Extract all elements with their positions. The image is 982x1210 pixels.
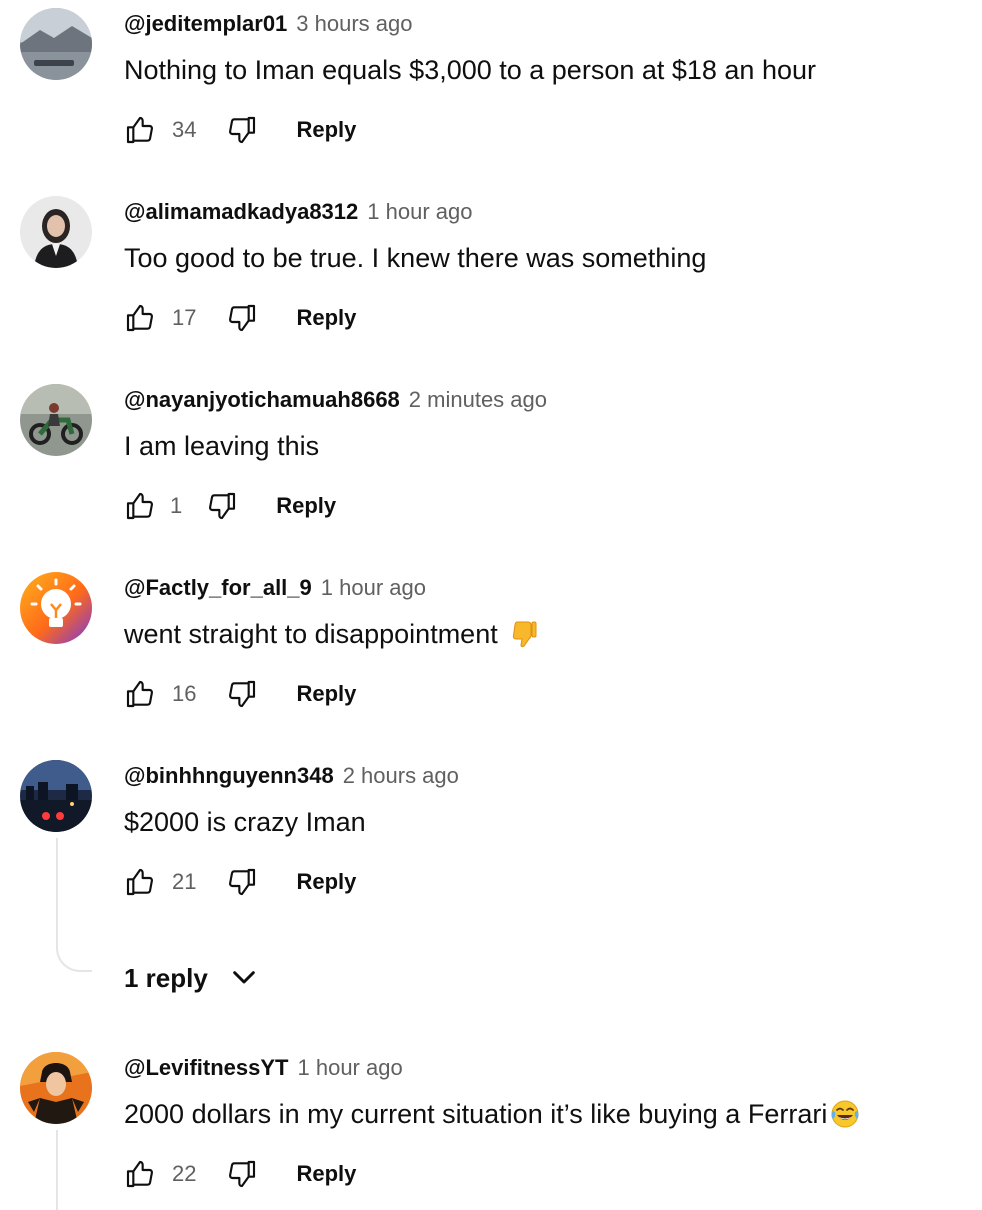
like-count: 22 — [172, 1161, 197, 1186]
reply-button[interactable]: Reply — [296, 305, 356, 331]
avatar[interactable] — [20, 760, 92, 832]
thumb-up-outline-icon — [126, 116, 153, 144]
thumb-down-outline-icon — [229, 1160, 256, 1188]
like-button[interactable] — [124, 866, 156, 898]
thumb-down-outline-icon — [229, 304, 256, 332]
comment-item: @jeditemplar01 3 hours ago Nothing to Im… — [0, 0, 982, 188]
thumbs-down-emoji-icon — [508, 618, 540, 650]
reply-thread-line — [56, 1130, 58, 1210]
comment-actions: 16 Reply — [124, 674, 356, 714]
dislike-button[interactable] — [206, 490, 238, 522]
comment-author[interactable]: @alimamadkadya8312 — [124, 199, 358, 225]
like-count: 16 — [172, 681, 197, 706]
comment-actions: 17 Reply — [124, 298, 356, 338]
comment-header: @nayanjyotichamuah8668 2 minutes ago — [124, 384, 547, 416]
avatar[interactable] — [20, 8, 92, 80]
reply-thread-line — [56, 838, 58, 938]
reply-button[interactable]: Reply — [276, 493, 336, 519]
comments-section: @jeditemplar01 3 hours ago Nothing to Im… — [0, 0, 982, 1210]
thumb-up-outline-icon — [126, 492, 153, 520]
replies-count-label: 1 reply — [124, 962, 208, 993]
comment-item: @Factly_for_all_9 1 hour ago went straig… — [0, 564, 982, 752]
dislike-button[interactable] — [226, 678, 258, 710]
thumb-down-outline-icon — [209, 492, 236, 520]
comment-header: @Factly_for_all_9 1 hour ago — [124, 572, 426, 604]
thumb-down-outline-icon — [229, 680, 256, 708]
avatar-image-person — [20, 196, 92, 268]
thumb-up-outline-icon — [126, 1160, 153, 1188]
avatar[interactable] — [20, 1052, 92, 1124]
like-button[interactable] — [124, 490, 156, 522]
thumb-up-outline-icon — [126, 868, 153, 896]
avatar-image-anime-character — [20, 1052, 92, 1124]
like-button[interactable] — [124, 114, 156, 146]
comment-header: @alimamadkadya8312 1 hour ago — [124, 196, 472, 228]
comment-author[interactable]: @binhhnguyenn348 — [124, 763, 334, 789]
like-button[interactable] — [124, 302, 156, 334]
comment-actions: 21 Reply — [124, 862, 356, 902]
comment-actions: 34 Reply — [124, 110, 356, 150]
comment-text-content: Too good to be true. I knew there was so… — [124, 243, 707, 273]
reply-button[interactable]: Reply — [296, 869, 356, 895]
comment-header: @binhhnguyenn348 2 hours ago — [124, 760, 459, 792]
comment-time[interactable]: 1 hour ago — [298, 1055, 403, 1081]
comment-text-content: Nothing to Iman equals $3,000 to a perso… — [124, 55, 816, 85]
comment-text: I am leaving this — [124, 426, 319, 466]
avatar[interactable] — [20, 572, 92, 644]
like-count: 34 — [172, 117, 197, 142]
comment-actions: 1 Reply — [124, 486, 336, 526]
comment-time[interactable]: 1 hour ago — [367, 199, 472, 225]
comment-text-content: $2000 is crazy Iman — [124, 807, 366, 837]
comment-text: $2000 is crazy Iman — [124, 802, 366, 842]
dislike-button[interactable] — [226, 114, 258, 146]
dislike-button[interactable] — [226, 302, 258, 334]
dislike-button[interactable] — [226, 1158, 258, 1190]
comment-text: Too good to be true. I knew there was so… — [124, 238, 706, 278]
comment-author[interactable]: @Factly_for_all_9 — [124, 575, 312, 601]
avatar[interactable] — [20, 196, 92, 268]
like-count: 21 — [172, 869, 197, 894]
comment-item: @binhhnguyenn348 2 hours ago $2000 is cr… — [0, 752, 982, 1022]
comment-text-content: went straight to disappointment — [124, 619, 498, 649]
comment-text: Nothing to Iman equals $3,000 to a perso… — [124, 50, 816, 90]
comment-actions: 22 Reply — [124, 1154, 356, 1194]
thumb-up-outline-icon — [126, 680, 153, 708]
like-count: 1 — [170, 493, 183, 518]
comment-text: went straight to disappointment — [124, 614, 540, 654]
thumb-up-outline-icon — [126, 304, 153, 332]
dislike-button[interactable] — [226, 866, 258, 898]
reply-button[interactable]: Reply — [296, 1161, 356, 1187]
like-button[interactable] — [124, 678, 156, 710]
comment-text: 2000 dollars in my current situation it’… — [124, 1094, 861, 1134]
comment-author[interactable]: @LevifitnessYT — [124, 1055, 289, 1081]
comment-time[interactable]: 2 hours ago — [343, 763, 459, 789]
reply-button[interactable]: Reply — [296, 117, 356, 143]
comment-time[interactable]: 2 minutes ago — [409, 387, 547, 413]
like-button[interactable] — [124, 1158, 156, 1190]
view-replies-button[interactable]: 1 reply — [124, 958, 260, 998]
comment-item: @alimamadkadya8312 1 hour ago Too good t… — [0, 188, 982, 376]
reply-thread-curve — [56, 936, 92, 972]
comment-time[interactable]: 1 hour ago — [321, 575, 426, 601]
tears-of-joy-emoji-icon — [829, 1098, 861, 1130]
comment-text-content: 2000 dollars in my current situation it’… — [124, 1099, 828, 1129]
comment-item: @nayanjyotichamuah8668 2 minutes ago I a… — [0, 376, 982, 564]
comment-header: @jeditemplar01 3 hours ago — [124, 8, 413, 40]
comment-author[interactable]: @jeditemplar01 — [124, 11, 287, 37]
comment-author[interactable]: @nayanjyotichamuah8668 — [124, 387, 400, 413]
comment-header: @LevifitnessYT 1 hour ago — [124, 1052, 403, 1084]
comment-text-content: I am leaving this — [124, 431, 320, 461]
thumb-down-outline-icon — [229, 116, 256, 144]
avatar[interactable] — [20, 384, 92, 456]
comment-time[interactable]: 3 hours ago — [296, 11, 412, 37]
avatar-image-lightbulb — [20, 572, 92, 644]
chevron-down-icon — [228, 962, 260, 994]
thumb-down-outline-icon — [229, 868, 256, 896]
avatar-image-night-city — [20, 760, 92, 832]
comment-item: @LevifitnessYT 1 hour ago 2000 dollars i… — [0, 1044, 982, 1210]
reply-button[interactable]: Reply — [296, 681, 356, 707]
like-count: 17 — [172, 305, 197, 330]
avatar-image-landscape — [20, 8, 92, 80]
avatar-image-motorbike — [20, 384, 92, 456]
